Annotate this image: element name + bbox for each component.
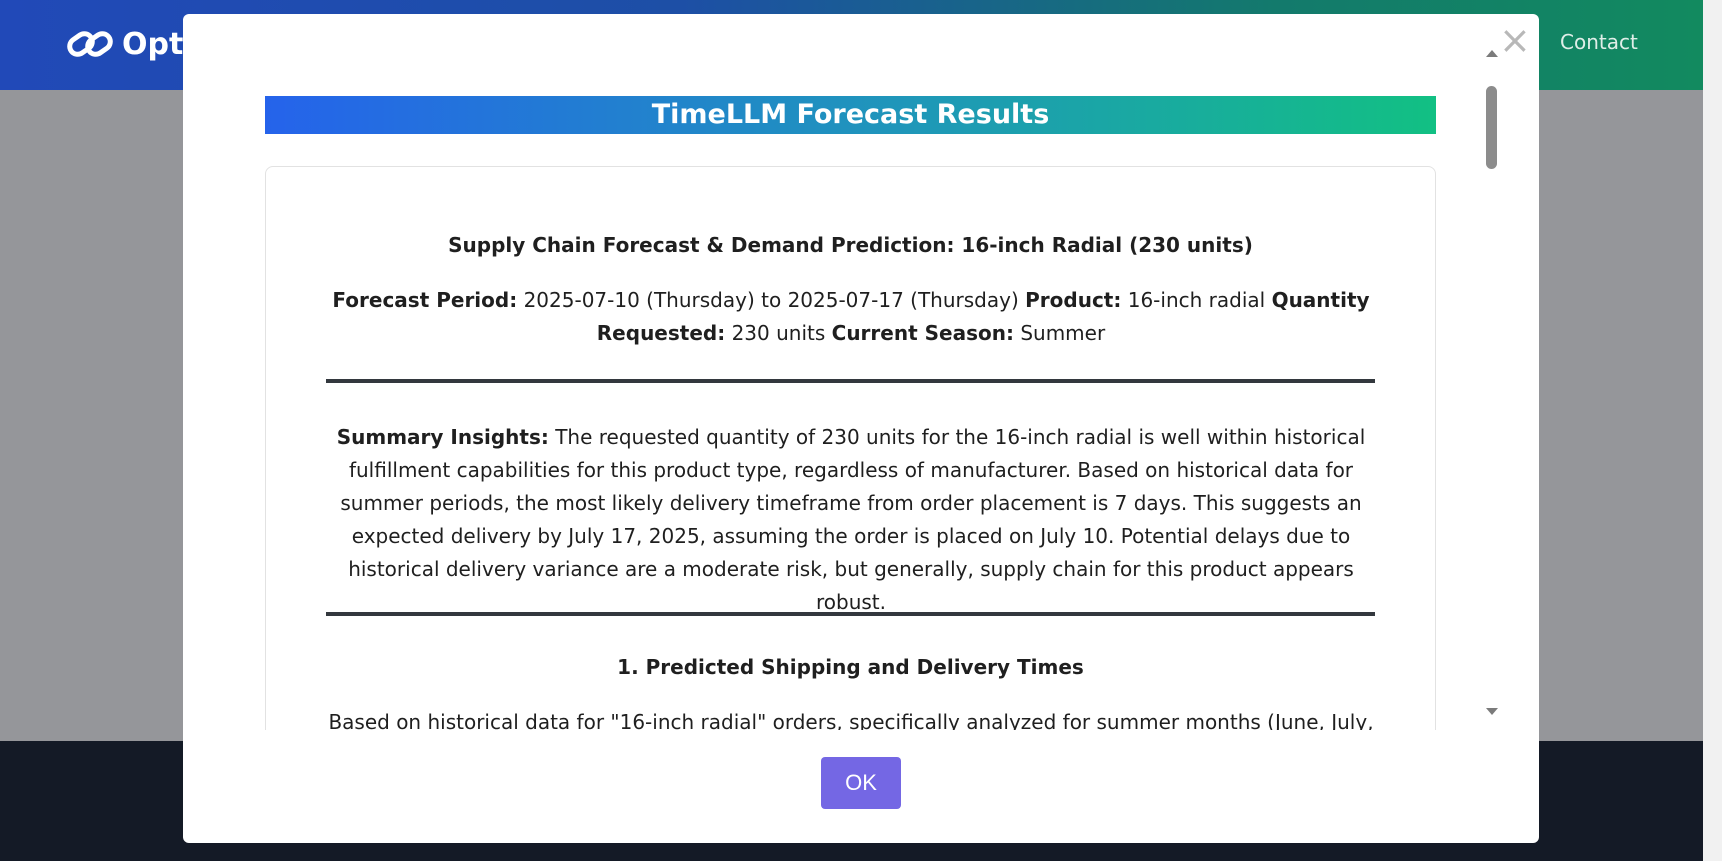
- section-divider: [326, 379, 1375, 383]
- summary-text: The requested quantity of 230 units for …: [340, 425, 1366, 614]
- scroll-up-icon[interactable]: [1486, 50, 1498, 57]
- section-text: Based on historical data for "16-inch ra…: [328, 710, 1374, 730]
- modal-title: TimeLLM Forecast Results: [265, 96, 1436, 134]
- nav-link-contact[interactable]: Contact: [1560, 30, 1638, 54]
- summary-insights: Summary Insights: The requested quantity…: [326, 421, 1376, 619]
- modal-scrollbar[interactable]: [1481, 46, 1503, 718]
- section-heading: 1. Predicted Shipping and Delivery Times: [617, 655, 1084, 679]
- close-icon[interactable]: ×: [1499, 21, 1531, 59]
- ok-button[interactable]: OK: [821, 757, 901, 809]
- scroll-down-icon[interactable]: [1486, 708, 1498, 715]
- forecast-results-modal: × TimeLLM Forecast Results Supply Chain …: [183, 14, 1539, 843]
- season-value: Summer: [1020, 321, 1106, 345]
- logo-text: Opt: [122, 26, 184, 62]
- site-logo[interactable]: Opt: [66, 22, 183, 66]
- summary-label: Summary Insights:: [336, 425, 549, 449]
- page-scrollbar[interactable]: [1703, 0, 1722, 861]
- product-label: Product:: [1025, 288, 1122, 312]
- scrollbar-thumb[interactable]: [1486, 86, 1497, 169]
- forecast-meta: Forecast Period: 2025-07-10 (Thursday) t…: [326, 284, 1376, 350]
- report-heading: Supply Chain Forecast & Demand Predictio…: [448, 233, 1253, 257]
- link-icon: [67, 31, 113, 57]
- season-label: Current Season:: [831, 321, 1014, 345]
- forecast-period-value: 2025-07-10 (Thursday) to 2025-07-17 (Thu…: [523, 288, 1019, 312]
- section-divider: [326, 612, 1375, 616]
- forecast-report: Supply Chain Forecast & Demand Predictio…: [265, 166, 1436, 730]
- forecast-period-label: Forecast Period:: [332, 288, 518, 312]
- modal-body: TimeLLM Forecast Results Supply Chain Fo…: [265, 74, 1519, 730]
- quantity-value: 230 units: [731, 321, 826, 345]
- product-value: 16-inch radial: [1127, 288, 1266, 312]
